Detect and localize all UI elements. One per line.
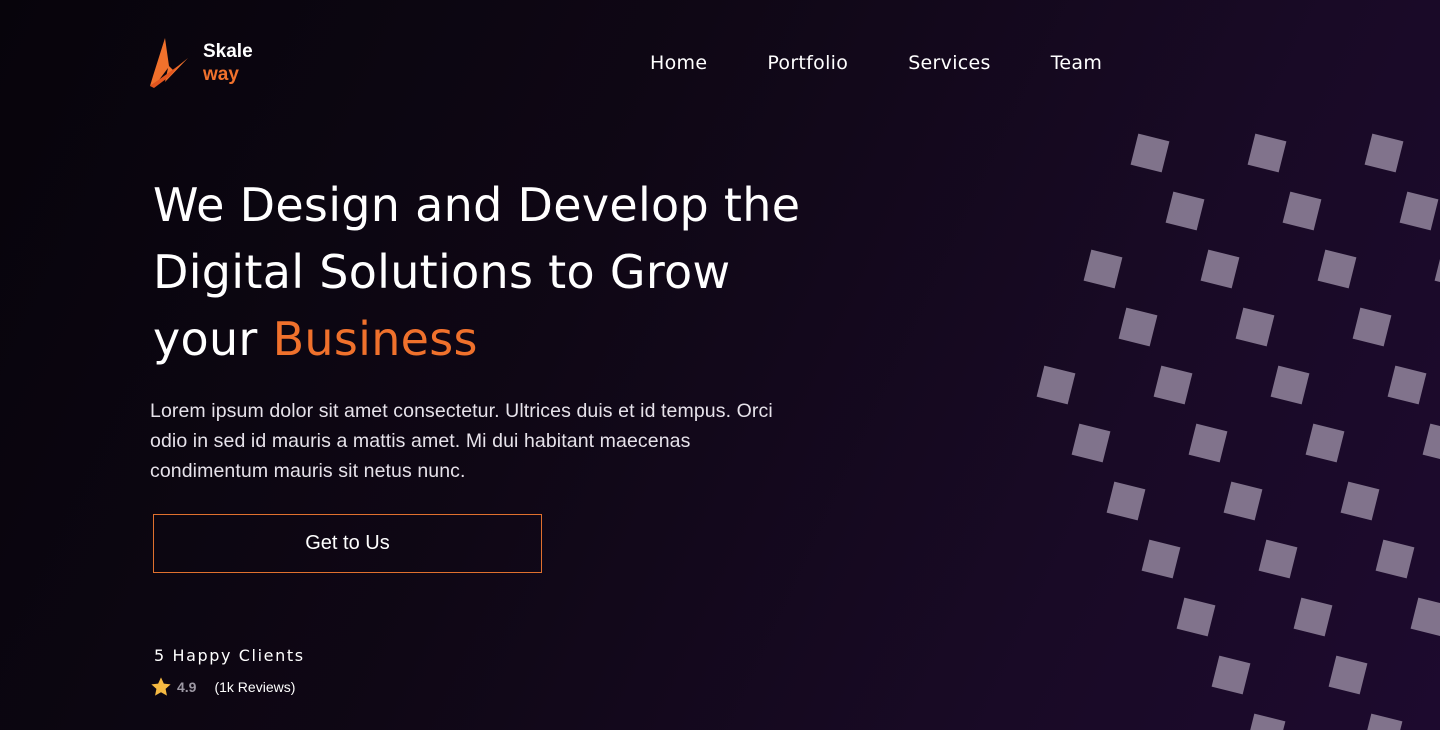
pattern-square <box>1363 713 1403 730</box>
brand-logo[interactable]: Skale way <box>148 36 268 92</box>
pattern-square <box>1422 423 1440 463</box>
pattern-square <box>1328 655 1368 695</box>
pattern-square <box>1235 307 1275 347</box>
hero-title-prefix: your <box>153 312 273 366</box>
brand-name-line2: way <box>203 64 239 85</box>
pattern-square <box>1130 133 1170 173</box>
rating-row: 4.9 (1k Reviews) <box>150 675 295 699</box>
pattern-square <box>1211 655 1251 695</box>
pattern-square <box>1246 713 1286 730</box>
pattern-square <box>1410 597 1440 637</box>
pattern-square <box>1106 481 1146 521</box>
pattern-square <box>1141 539 1181 579</box>
pattern-square <box>1153 365 1193 405</box>
reviews-count: (1k Reviews) <box>214 679 296 695</box>
pattern-square <box>1071 423 1111 463</box>
hero-title-line1: We Design and Develop the <box>153 178 801 232</box>
pattern-square <box>1176 597 1216 637</box>
nav-item-portfolio[interactable]: Portfolio <box>767 50 848 76</box>
main-nav: Home Portfolio Services Team <box>650 50 1102 76</box>
get-to-us-button[interactable]: Get to Us <box>153 514 542 573</box>
star-icon <box>151 677 171 696</box>
nav-item-services[interactable]: Services <box>908 50 991 76</box>
rating-value: 4.9 <box>177 679 197 695</box>
hero-title-line2: Digital Solutions to Grow <box>153 245 731 299</box>
pattern-square <box>1200 249 1240 289</box>
pattern-square <box>1305 423 1345 463</box>
nav-item-team[interactable]: Team <box>1051 50 1102 76</box>
pattern-square <box>1083 249 1123 289</box>
brand-name-line1: Skale <box>203 41 253 62</box>
hero-description: Lorem ipsum dolor sit amet consectetur. … <box>150 400 773 482</box>
pattern-square <box>1165 191 1205 231</box>
hero-title: We Design and Develop the Digital Soluti… <box>153 172 853 373</box>
hero-title-highlight: Business <box>272 312 478 366</box>
pattern-square <box>1399 191 1439 231</box>
happy-clients-text: 5 Happy Clients <box>154 646 305 665</box>
flame-logo-icon <box>150 38 188 88</box>
pattern-square <box>1118 307 1158 347</box>
pattern-square <box>1364 133 1404 173</box>
hero-title-line3: your Business <box>153 306 853 373</box>
pattern-square <box>1340 481 1380 521</box>
pattern-square <box>1258 539 1298 579</box>
pattern-square <box>1387 365 1427 405</box>
pattern-square <box>1434 249 1440 289</box>
pattern-square <box>1270 365 1310 405</box>
pattern-square <box>1188 423 1228 463</box>
pattern-square <box>1352 307 1392 347</box>
pattern-square <box>1317 249 1357 289</box>
brand-name: Skale way <box>203 40 253 86</box>
pattern-square <box>1036 365 1076 405</box>
pattern-square <box>1375 539 1415 579</box>
pattern-square <box>1293 597 1333 637</box>
pattern-square <box>1223 481 1263 521</box>
pattern-square <box>1282 191 1322 231</box>
pattern-square <box>1247 133 1287 173</box>
nav-item-home[interactable]: Home <box>650 50 707 76</box>
